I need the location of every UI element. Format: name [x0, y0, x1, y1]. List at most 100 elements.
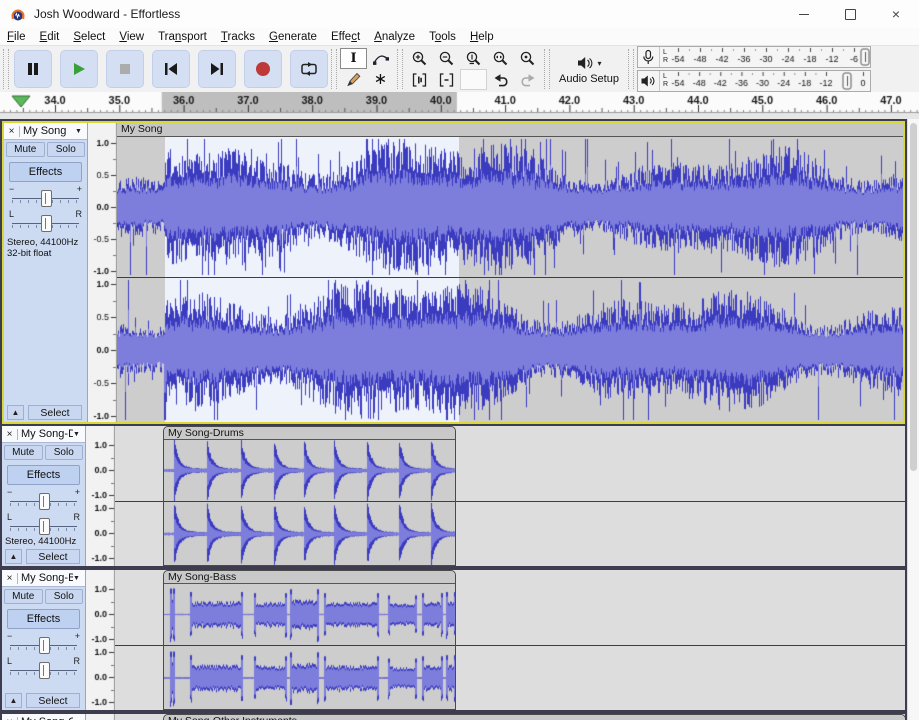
solo-button[interactable]: Solo	[45, 589, 84, 604]
gain-slider[interactable]: − +	[10, 631, 77, 654]
waveform-channel-right[interactable]	[117, 278, 903, 422]
mute-button[interactable]: Mute	[4, 589, 43, 604]
toolbar-gripper[interactable]	[331, 49, 337, 89]
stop-button[interactable]	[106, 50, 144, 88]
waveform-area[interactable]: My Song	[117, 123, 903, 422]
track-menu-caret-icon[interactable]: ▼	[75, 128, 87, 135]
effects-button[interactable]: Effects	[9, 162, 82, 182]
vertical-ruler[interactable]	[86, 714, 115, 720]
record-meter-button[interactable]	[638, 47, 660, 67]
close-track-icon[interactable]: ×	[2, 429, 18, 440]
pan-slider[interactable]: L R	[10, 656, 77, 679]
waveform-channel-right[interactable]	[164, 503, 455, 565]
undo-button[interactable]	[487, 69, 514, 90]
timeline-ruler[interactable]	[0, 92, 919, 119]
zoom-out-button[interactable]	[433, 48, 460, 69]
menu-tools[interactable]: Tools	[422, 30, 463, 44]
close-track-icon[interactable]: ×	[2, 573, 18, 584]
mute-button[interactable]: Mute	[6, 142, 45, 157]
playback-meter-button[interactable]	[638, 71, 660, 91]
pan-slider-thumb[interactable]	[39, 662, 50, 679]
record-button[interactable]	[244, 50, 282, 88]
skip-to-start-button[interactable]	[152, 50, 190, 88]
toolbar-gripper[interactable]	[544, 49, 550, 89]
zoom-toggle-button[interactable]	[514, 48, 541, 69]
waveform-area[interactable]: My Song-Bass	[115, 570, 905, 710]
menu-transport[interactable]: Transport	[151, 30, 214, 44]
vertical-scrollbar[interactable]	[907, 119, 919, 720]
menu-view[interactable]: View	[112, 30, 151, 44]
audio-clip[interactable]: My Song-Other Instruments	[163, 714, 905, 720]
toolbar-gripper[interactable]	[397, 49, 403, 89]
timeline-canvas[interactable]	[0, 92, 919, 119]
pan-slider-thumb[interactable]	[39, 518, 50, 535]
solo-button[interactable]: Solo	[47, 142, 86, 157]
track-name[interactable]: My Song	[20, 125, 75, 137]
effects-button[interactable]: Effects	[7, 609, 80, 629]
track-name[interactable]: My Song-Drums	[18, 428, 73, 440]
redo-button[interactable]	[514, 69, 541, 90]
envelope-tool-button[interactable]	[367, 48, 394, 69]
minimize-button[interactable]	[781, 0, 827, 28]
waveform-channel-left[interactable]	[117, 137, 903, 277]
waveform-channel-left[interactable]	[164, 584, 455, 645]
select-track-button[interactable]: Select	[26, 693, 80, 708]
gain-slider-thumb[interactable]	[41, 190, 52, 207]
track-name[interactable]: My Song-Bass	[18, 572, 73, 584]
waveform-channel-left[interactable]	[164, 440, 455, 501]
pan-slider[interactable]: L R	[10, 512, 77, 535]
collapse-track-icon[interactable]: ▲	[5, 693, 22, 708]
vertical-ruler[interactable]	[86, 570, 115, 710]
menu-file[interactable]: File	[0, 30, 33, 44]
playback-meter[interactable]	[670, 71, 870, 91]
select-track-button[interactable]: Select	[26, 549, 80, 564]
menu-analyze[interactable]: Analyze	[367, 30, 422, 44]
pause-button[interactable]	[14, 50, 52, 88]
pan-slider-thumb[interactable]	[41, 215, 52, 232]
track-name[interactable]: My Song-Other Instruments	[18, 716, 73, 720]
select-track-button[interactable]: Select	[28, 405, 82, 420]
loop-button[interactable]	[290, 50, 328, 88]
effects-button[interactable]: Effects	[7, 465, 80, 485]
audio-setup-button[interactable]: ▾ Audio Setup	[559, 49, 619, 89]
audio-clip[interactable]: My Song-Drums	[163, 426, 456, 566]
zoom-fit-project-button[interactable]	[487, 48, 514, 69]
gain-slider[interactable]: − +	[10, 487, 77, 510]
clip-header[interactable]: My Song-Other Instruments	[164, 715, 905, 720]
waveform-area[interactable]: My Song-Drums	[115, 426, 905, 566]
pan-slider[interactable]: L R	[12, 209, 79, 232]
gain-slider-thumb[interactable]	[39, 637, 50, 654]
clip-header[interactable]: My Song	[117, 123, 903, 137]
menu-tracks[interactable]: Tracks	[214, 30, 262, 44]
collapse-track-icon[interactable]: ▲	[5, 549, 22, 564]
close-track-icon[interactable]: ×	[2, 717, 18, 720]
collapse-track-icon[interactable]: ▲	[7, 405, 24, 420]
gain-slider-thumb[interactable]	[39, 493, 50, 510]
toolbar-gripper[interactable]	[628, 49, 634, 89]
waveform-area[interactable]: My Song-Other Instruments	[115, 714, 905, 720]
play-button[interactable]	[60, 50, 98, 88]
menu-edit[interactable]: Edit	[33, 30, 67, 44]
gain-slider[interactable]: − +	[12, 184, 79, 207]
track-menu-caret-icon[interactable]: ▼	[73, 575, 85, 582]
menu-generate[interactable]: Generate	[262, 30, 324, 44]
menu-help[interactable]: Help	[463, 30, 501, 44]
waveform-channel-right[interactable]	[164, 647, 455, 709]
close-button[interactable]: ×	[873, 0, 919, 28]
draw-tool-button[interactable]	[340, 69, 367, 90]
solo-button[interactable]: Solo	[45, 445, 84, 460]
skip-to-end-button[interactable]	[198, 50, 236, 88]
menu-effect[interactable]: Effect	[324, 30, 367, 44]
maximize-button[interactable]	[827, 0, 873, 28]
mute-button[interactable]: Mute	[4, 445, 43, 460]
close-track-icon[interactable]: ×	[4, 126, 20, 137]
track-menu-caret-icon[interactable]: ▼	[73, 431, 85, 438]
trim-audio-button[interactable]	[406, 69, 433, 90]
scrollbar-thumb[interactable]	[910, 123, 917, 471]
zoom-in-button[interactable]	[406, 48, 433, 69]
vertical-ruler[interactable]	[88, 123, 117, 422]
silence-audio-button[interactable]	[433, 69, 460, 90]
recording-meter[interactable]	[670, 47, 870, 67]
clip-header[interactable]: My Song-Drums	[164, 427, 455, 440]
menu-select[interactable]: Select	[66, 30, 112, 44]
